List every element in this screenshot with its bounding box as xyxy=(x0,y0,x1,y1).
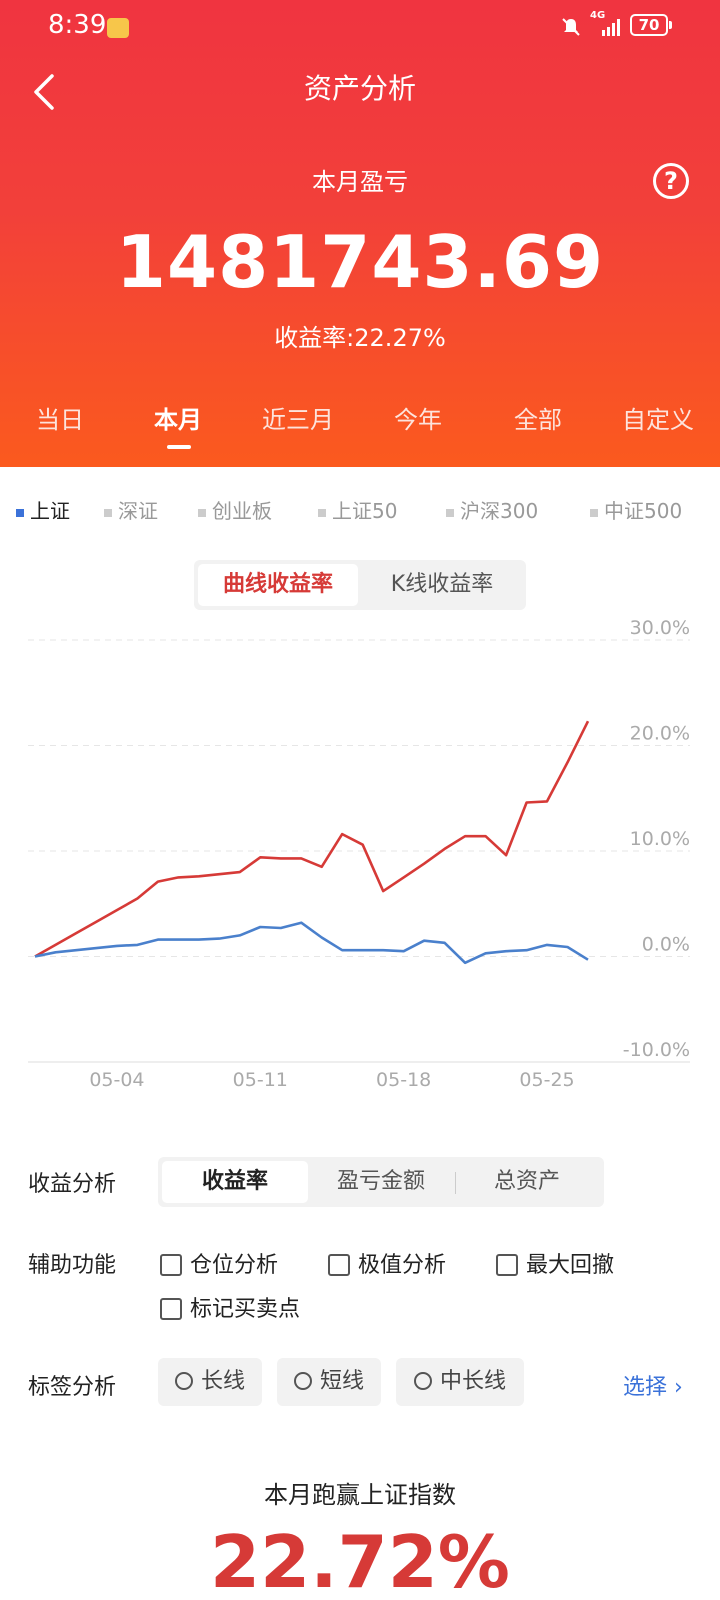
tab-all[interactable]: 全部 xyxy=(478,400,598,435)
income-analysis-toggle: 收益率 盈亏金额 总资产 xyxy=(158,1157,604,1207)
total-assets-option[interactable]: 总资产 xyxy=(454,1161,600,1203)
tag-analysis-label: 标签分析 xyxy=(28,1375,117,1400)
active-tab-indicator xyxy=(167,445,191,449)
benchmark-chinext[interactable]: 创业板 xyxy=(198,495,272,524)
signal-icon xyxy=(602,19,620,36)
x-tick-label: 05-04 xyxy=(89,1069,144,1091)
y-tick-label: 30.0% xyxy=(630,617,690,639)
position-analysis-checkbox[interactable]: 仓位分析 xyxy=(160,1247,278,1279)
tag-long-term[interactable]: 长线 xyxy=(158,1358,262,1406)
profit-value: 1481743.69 xyxy=(115,220,605,304)
yield-rate: 收益率:22.27% xyxy=(274,324,446,352)
battery-icon: 70 xyxy=(630,14,672,36)
x-tick-label: 05-18 xyxy=(376,1069,431,1091)
tab-custom[interactable]: 自定义 xyxy=(598,400,718,435)
benchmark-csi500[interactable]: 中证500 xyxy=(590,495,682,524)
y-tick-label: 20.0% xyxy=(630,723,690,745)
header: 8:39 4G 70 资产分析 本月盈亏 ? 1481743.69 收益率:22… xyxy=(0,0,720,467)
tab-three-months[interactable]: 近三月 xyxy=(238,400,358,435)
income-analysis-label: 收益分析 xyxy=(28,1172,117,1197)
benchmark-shanghai[interactable]: 上证 xyxy=(16,495,70,524)
status-bar: 8:39 4G 70 xyxy=(0,8,720,48)
x-tick-label: 05-25 xyxy=(519,1069,574,1091)
benchmark-csi300[interactable]: 沪深300 xyxy=(446,495,538,524)
y-tick-label: 10.0% xyxy=(630,828,690,850)
period-profit-label: 本月盈亏 xyxy=(312,168,408,196)
x-tick-label: 05-11 xyxy=(233,1069,288,1091)
yield-chart: 30.0% 20.0% 10.0% 0.0% -10.0% 05-04 05-11 05-18… xyxy=(28,617,690,1091)
status-time: 8:39 xyxy=(48,10,107,40)
chevron-right-icon: › xyxy=(674,1375,683,1400)
tab-this-year[interactable]: 今年 xyxy=(358,400,478,435)
weibo-icon xyxy=(107,18,129,38)
tab-this-month[interactable]: 本月 xyxy=(118,400,238,435)
benchmark-sse50[interactable]: 上证50 xyxy=(318,495,397,524)
mark-trade-points-checkbox[interactable]: 标记买卖点 xyxy=(160,1291,300,1323)
portfolio-yield-line xyxy=(34,720,590,958)
profit-amount-option[interactable]: 盈亏金额 xyxy=(308,1161,454,1203)
aux-functions-label: 辅助功能 xyxy=(28,1253,117,1278)
mute-bell-icon xyxy=(562,18,580,36)
benchmark-selector: 上证 深证 创业板 上证50 沪深300 中证500 xyxy=(0,495,720,525)
extreme-analysis-checkbox[interactable]: 极值分析 xyxy=(328,1247,446,1279)
beat-index-label: 本月跑赢上证指数 xyxy=(264,1481,456,1509)
max-drawdown-checkbox[interactable]: 最大回撤 xyxy=(496,1247,614,1279)
select-link[interactable]: 选择 › xyxy=(623,1369,683,1401)
y-tick-label: -10.0% xyxy=(623,1039,690,1061)
help-icon[interactable]: ? xyxy=(653,163,689,199)
benchmark-shenzhen[interactable]: 深证 xyxy=(104,495,158,524)
page-title: 资产分析 xyxy=(303,72,416,105)
y-tick-label: 0.0% xyxy=(642,934,690,956)
tab-today[interactable]: 当日 xyxy=(0,400,120,435)
beat-index-value: 22.72% xyxy=(210,1520,510,1600)
tag-short-term[interactable]: 短线 xyxy=(277,1358,381,1406)
tag-mid-long-term[interactable]: 中长线 xyxy=(396,1358,524,1406)
yield-rate-option[interactable]: 收益率 xyxy=(162,1161,308,1203)
